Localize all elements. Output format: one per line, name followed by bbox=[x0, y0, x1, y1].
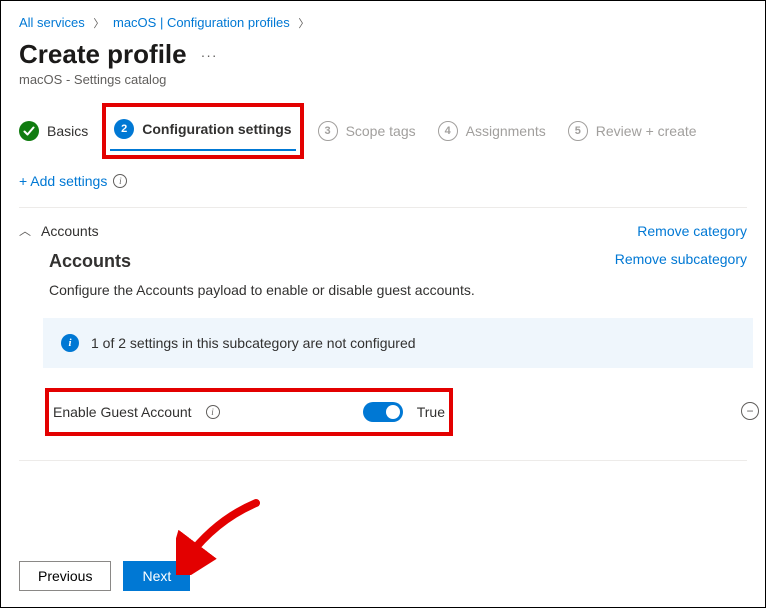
step-number: 3 bbox=[318, 121, 338, 141]
add-settings-button[interactable]: + Add settings i bbox=[19, 173, 747, 189]
add-settings-label: + Add settings bbox=[19, 173, 107, 189]
subcategory-title: Accounts bbox=[49, 251, 131, 272]
step-assignments[interactable]: 4 Assignments bbox=[438, 121, 546, 141]
step-basics[interactable]: Basics bbox=[19, 121, 88, 141]
divider bbox=[19, 460, 747, 461]
step-label: Basics bbox=[47, 123, 88, 139]
chevron-up-icon: ︿ bbox=[19, 222, 31, 239]
divider bbox=[19, 207, 747, 208]
remove-category-link[interactable]: Remove category bbox=[637, 223, 747, 239]
chevron-right-icon: 〉 bbox=[93, 18, 104, 30]
step-number: 2 bbox=[114, 119, 134, 139]
step-label: Configuration settings bbox=[142, 121, 291, 137]
category-name: Accounts bbox=[41, 223, 99, 239]
breadcrumb-configuration-profiles[interactable]: macOS | Configuration profiles bbox=[113, 15, 290, 30]
step-number: 4 bbox=[438, 121, 458, 141]
setting-enable-guest-account: Enable Guest Account i True − bbox=[49, 392, 449, 432]
setting-label: Enable Guest Account bbox=[53, 404, 192, 420]
step-label: Review + create bbox=[596, 123, 697, 139]
step-review-create[interactable]: 5 Review + create bbox=[568, 121, 697, 141]
check-circle-icon bbox=[19, 121, 39, 141]
info-icon[interactable]: i bbox=[113, 174, 127, 188]
wizard-footer: Previous Next bbox=[19, 561, 747, 591]
breadcrumb: All services 〉 macOS | Configuration pro… bbox=[19, 15, 747, 31]
config-notice: i 1 of 2 settings in this subcategory ar… bbox=[43, 318, 753, 368]
more-icon[interactable]: ··· bbox=[201, 47, 218, 63]
breadcrumb-all-services[interactable]: All services bbox=[19, 15, 85, 30]
page-title: Create profile bbox=[19, 39, 187, 70]
step-configuration-settings[interactable]: 2 Configuration settings bbox=[110, 111, 295, 151]
page-subtitle: macOS - Settings catalog bbox=[19, 72, 747, 87]
step-number: 5 bbox=[568, 121, 588, 141]
previous-button[interactable]: Previous bbox=[19, 561, 111, 591]
step-scope-tags[interactable]: 3 Scope tags bbox=[318, 121, 416, 141]
remove-subcategory-link[interactable]: Remove subcategory bbox=[615, 251, 747, 267]
next-button[interactable]: Next bbox=[123, 561, 190, 591]
step-label: Assignments bbox=[466, 123, 546, 139]
toggle-enable-guest-account[interactable] bbox=[363, 402, 403, 422]
info-icon[interactable]: i bbox=[206, 405, 220, 419]
subcategory-description: Configure the Accounts payload to enable… bbox=[49, 282, 747, 298]
notice-text: 1 of 2 settings in this subcategory are … bbox=[91, 335, 416, 351]
wizard-stepper: Basics 2 Configuration settings 3 Scope … bbox=[19, 111, 747, 151]
toggle-value-label: True bbox=[417, 404, 445, 420]
step-label: Scope tags bbox=[346, 123, 416, 139]
category-toggle[interactable]: ︿ Accounts bbox=[19, 222, 99, 239]
info-icon: i bbox=[61, 334, 79, 352]
chevron-right-icon: 〉 bbox=[298, 18, 309, 30]
remove-setting-icon[interactable]: − bbox=[741, 402, 759, 420]
